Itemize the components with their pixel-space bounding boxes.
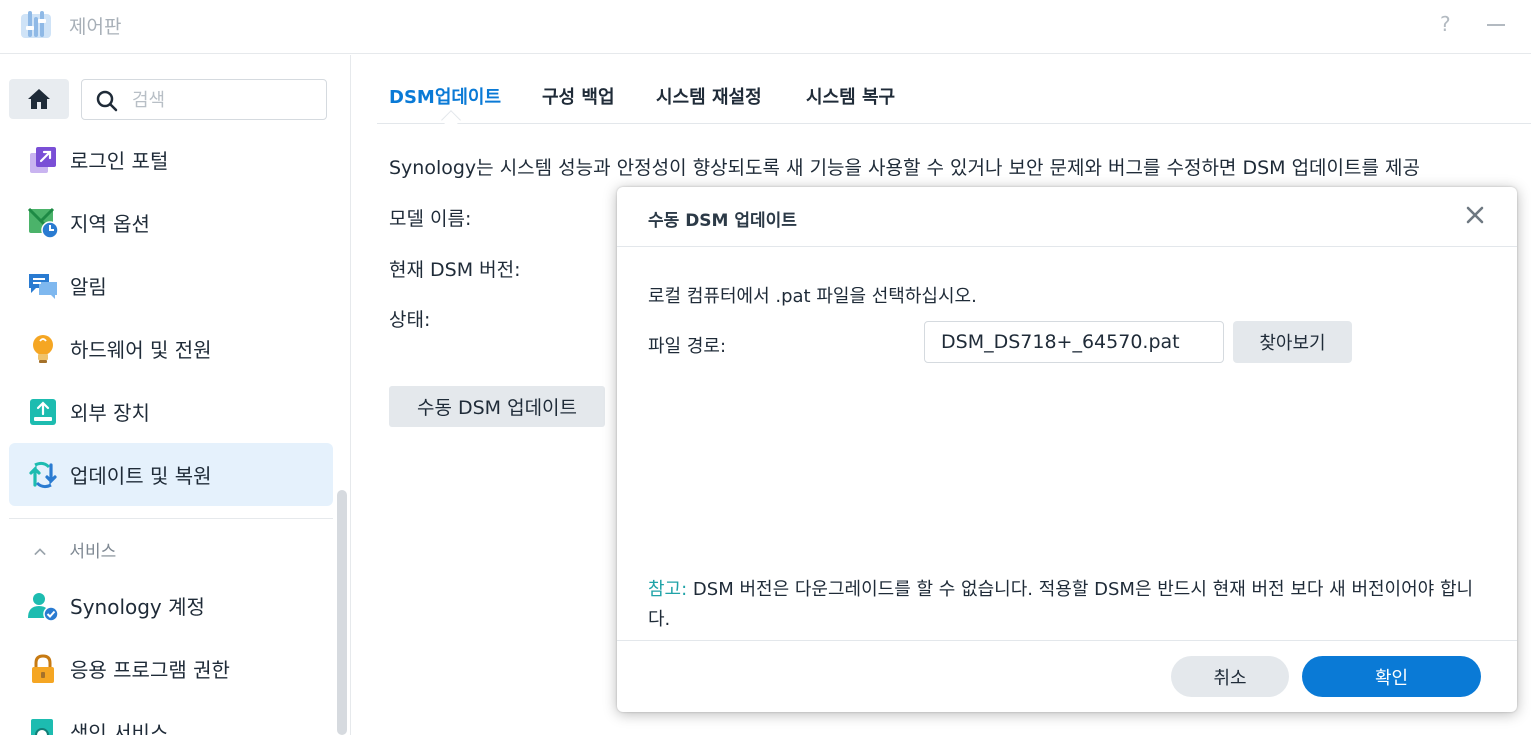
sidebar-item-hardware-power[interactable]: 하드웨어 및 전원: [9, 317, 333, 380]
current-version-label: 현재 DSM 버전:: [389, 259, 521, 281]
services-section-header[interactable]: 서비스: [34, 537, 116, 562]
regional-options-icon: [27, 207, 59, 239]
sidebar-item-label: 로그인 포털: [70, 149, 169, 173]
search-box[interactable]: [81, 79, 327, 120]
home-button[interactable]: [9, 79, 69, 119]
synology-account-icon: [28, 593, 59, 622]
browse-button[interactable]: 찾아보기: [1233, 321, 1352, 363]
dialog-header: 수동 DSM 업데이트: [617, 187, 1517, 247]
manual-update-dialog: 수동 DSM 업데이트 로컬 컴퓨터에서 .pat 파일을 선택하십시오. 파일…: [617, 187, 1517, 712]
note-text: DSM 버전은 다운그레이드를 할 수 없습니다. 적용할 DSM은 반드시 현…: [648, 579, 1474, 630]
sidebar-item-indexing-service[interactable]: 색인 서비스: [9, 700, 333, 735]
login-portal-icon: [30, 147, 56, 173]
services-header-label: 서비스: [69, 542, 117, 562]
sidebar-item-external-devices[interactable]: 외부 장치: [9, 380, 333, 443]
home-icon: [28, 89, 50, 109]
search-input[interactable]: [132, 88, 312, 112]
sidebar-item-regional-options[interactable]: 지역 옵션: [9, 191, 333, 254]
close-icon[interactable]: [1463, 203, 1487, 227]
notification-icon: [29, 274, 57, 299]
hardware-power-icon: [33, 335, 53, 363]
status-label: 상태:: [389, 309, 431, 331]
manual-dsm-update-button[interactable]: 수동 DSM 업데이트: [389, 386, 605, 427]
file-path-label: 파일 경로:: [648, 336, 727, 357]
control-panel-app-icon: [20, 10, 52, 40]
sidebar-item-label: 색인 서비스: [70, 721, 169, 735]
sidebar: 로그인 포털 지역 옵션 알림 하드웨어 및 전원: [0, 55, 351, 735]
sidebar-divider: [9, 518, 333, 519]
sidebar-item-label: Synology 계정: [70, 595, 205, 619]
sidebar-item-label: 외부 장치: [70, 401, 150, 425]
sidebar-item-notification[interactable]: 알림: [9, 254, 333, 317]
active-tab-indicator: [441, 110, 461, 130]
sidebar-item-login-portal[interactable]: 로그인 포털: [9, 128, 333, 191]
app-privileges-icon: [32, 654, 54, 683]
tab-config-backup[interactable]: 구성 백업: [542, 83, 615, 109]
indexing-service-icon: [31, 719, 53, 735]
tab-system-reset[interactable]: 시스템 재설정: [656, 83, 762, 109]
tab-dsm-update[interactable]: DSM업데이트: [389, 83, 501, 109]
sidebar-item-label: 업데이트 및 복원: [70, 464, 212, 488]
sidebar-item-label: 지역 옵션: [70, 212, 150, 236]
dialog-note: 참고: DSM 버전은 다운그레이드를 할 수 없습니다. 적용할 DSM은 반…: [648, 575, 1488, 635]
sidebar-item-update-restore[interactable]: 업데이트 및 복원: [9, 443, 333, 506]
ok-button[interactable]: 확인: [1302, 656, 1481, 697]
cancel-button[interactable]: 취소: [1171, 656, 1289, 697]
dialog-instruction: 로컬 컴퓨터에서 .pat 파일을 선택하십시오.: [648, 286, 977, 307]
sidebar-item-synology-account[interactable]: Synology 계정: [9, 574, 333, 637]
dialog-title: 수동 DSM 업데이트: [648, 211, 797, 231]
external-devices-icon: [30, 399, 56, 425]
sidebar-item-label: 하드웨어 및 전원: [70, 338, 212, 362]
file-path-input[interactable]: [924, 321, 1224, 363]
dialog-footer-divider: [617, 640, 1517, 641]
update-restore-icon: [29, 461, 57, 489]
sidebar-scrollbar[interactable]: [337, 490, 347, 735]
window-title: 제어판: [69, 16, 122, 38]
tab-bar: DSM업데이트 구성 백업 시스템 재설정 시스템 복구: [377, 55, 1531, 130]
model-name-label: 모델 이름:: [389, 208, 472, 230]
search-icon: [96, 90, 118, 112]
dsm-update-description: Synology는 시스템 성능과 안정성이 향상되도록 새 기능을 사용할 수…: [389, 157, 1420, 179]
title-bar: 제어판 ?: [0, 0, 1531, 54]
sidebar-item-label: 응용 프로그램 권한: [70, 658, 230, 682]
note-prefix: 참고:: [648, 579, 688, 600]
minimize-icon[interactable]: [1487, 24, 1505, 26]
help-icon[interactable]: ?: [1440, 12, 1451, 36]
chevron-up-icon: [34, 548, 46, 556]
sidebar-item-app-privileges[interactable]: 응용 프로그램 권한: [9, 637, 333, 700]
tab-system-recovery[interactable]: 시스템 복구: [806, 83, 895, 109]
sidebar-item-label: 알림: [70, 275, 107, 299]
